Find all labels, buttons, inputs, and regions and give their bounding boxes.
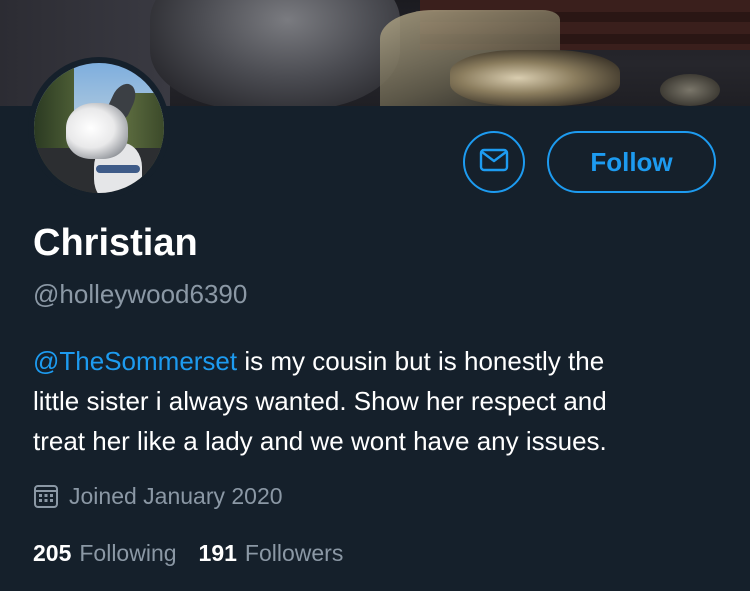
bio-line-1: @TheSommerset is my cousin but is honest…	[33, 341, 733, 381]
bio-line-3: treat her like a lady and we wont have a…	[33, 426, 607, 456]
banner-dog	[150, 0, 400, 106]
following-count: 205	[33, 540, 72, 566]
followers-label: Followers	[244, 540, 344, 566]
bio-line-2: little sister i always wanted. Show her …	[33, 386, 607, 416]
follow-button[interactable]: Follow	[547, 131, 716, 193]
joined-date: Joined January 2020	[33, 480, 283, 512]
user-handle: @holleywood6390	[33, 279, 248, 309]
message-button[interactable]	[463, 131, 525, 193]
envelope-icon	[479, 148, 509, 177]
follow-stats: 205 Following 191 Followers	[33, 537, 365, 569]
followers-link[interactable]: 191 Followers	[199, 537, 344, 569]
following-label: Following	[79, 540, 177, 566]
avatar-dog-collar	[96, 165, 140, 173]
followers-count: 191	[198, 540, 237, 566]
display-name: Christian	[33, 222, 198, 264]
banner-object	[660, 74, 720, 106]
calendar-icon	[33, 483, 59, 509]
avatar-dog-head	[66, 103, 128, 159]
following-link[interactable]: 205 Following	[33, 537, 177, 569]
bio-line-1-text: is my cousin but is honestly the	[237, 346, 605, 376]
avatar[interactable]	[34, 63, 164, 193]
bio-mention-link[interactable]: @TheSommerset	[33, 346, 237, 376]
banner-cloth	[450, 50, 620, 106]
joined-text: Joined January 2020	[69, 483, 283, 509]
profile-bio: @TheSommerset is my cousin but is honest…	[33, 341, 733, 461]
